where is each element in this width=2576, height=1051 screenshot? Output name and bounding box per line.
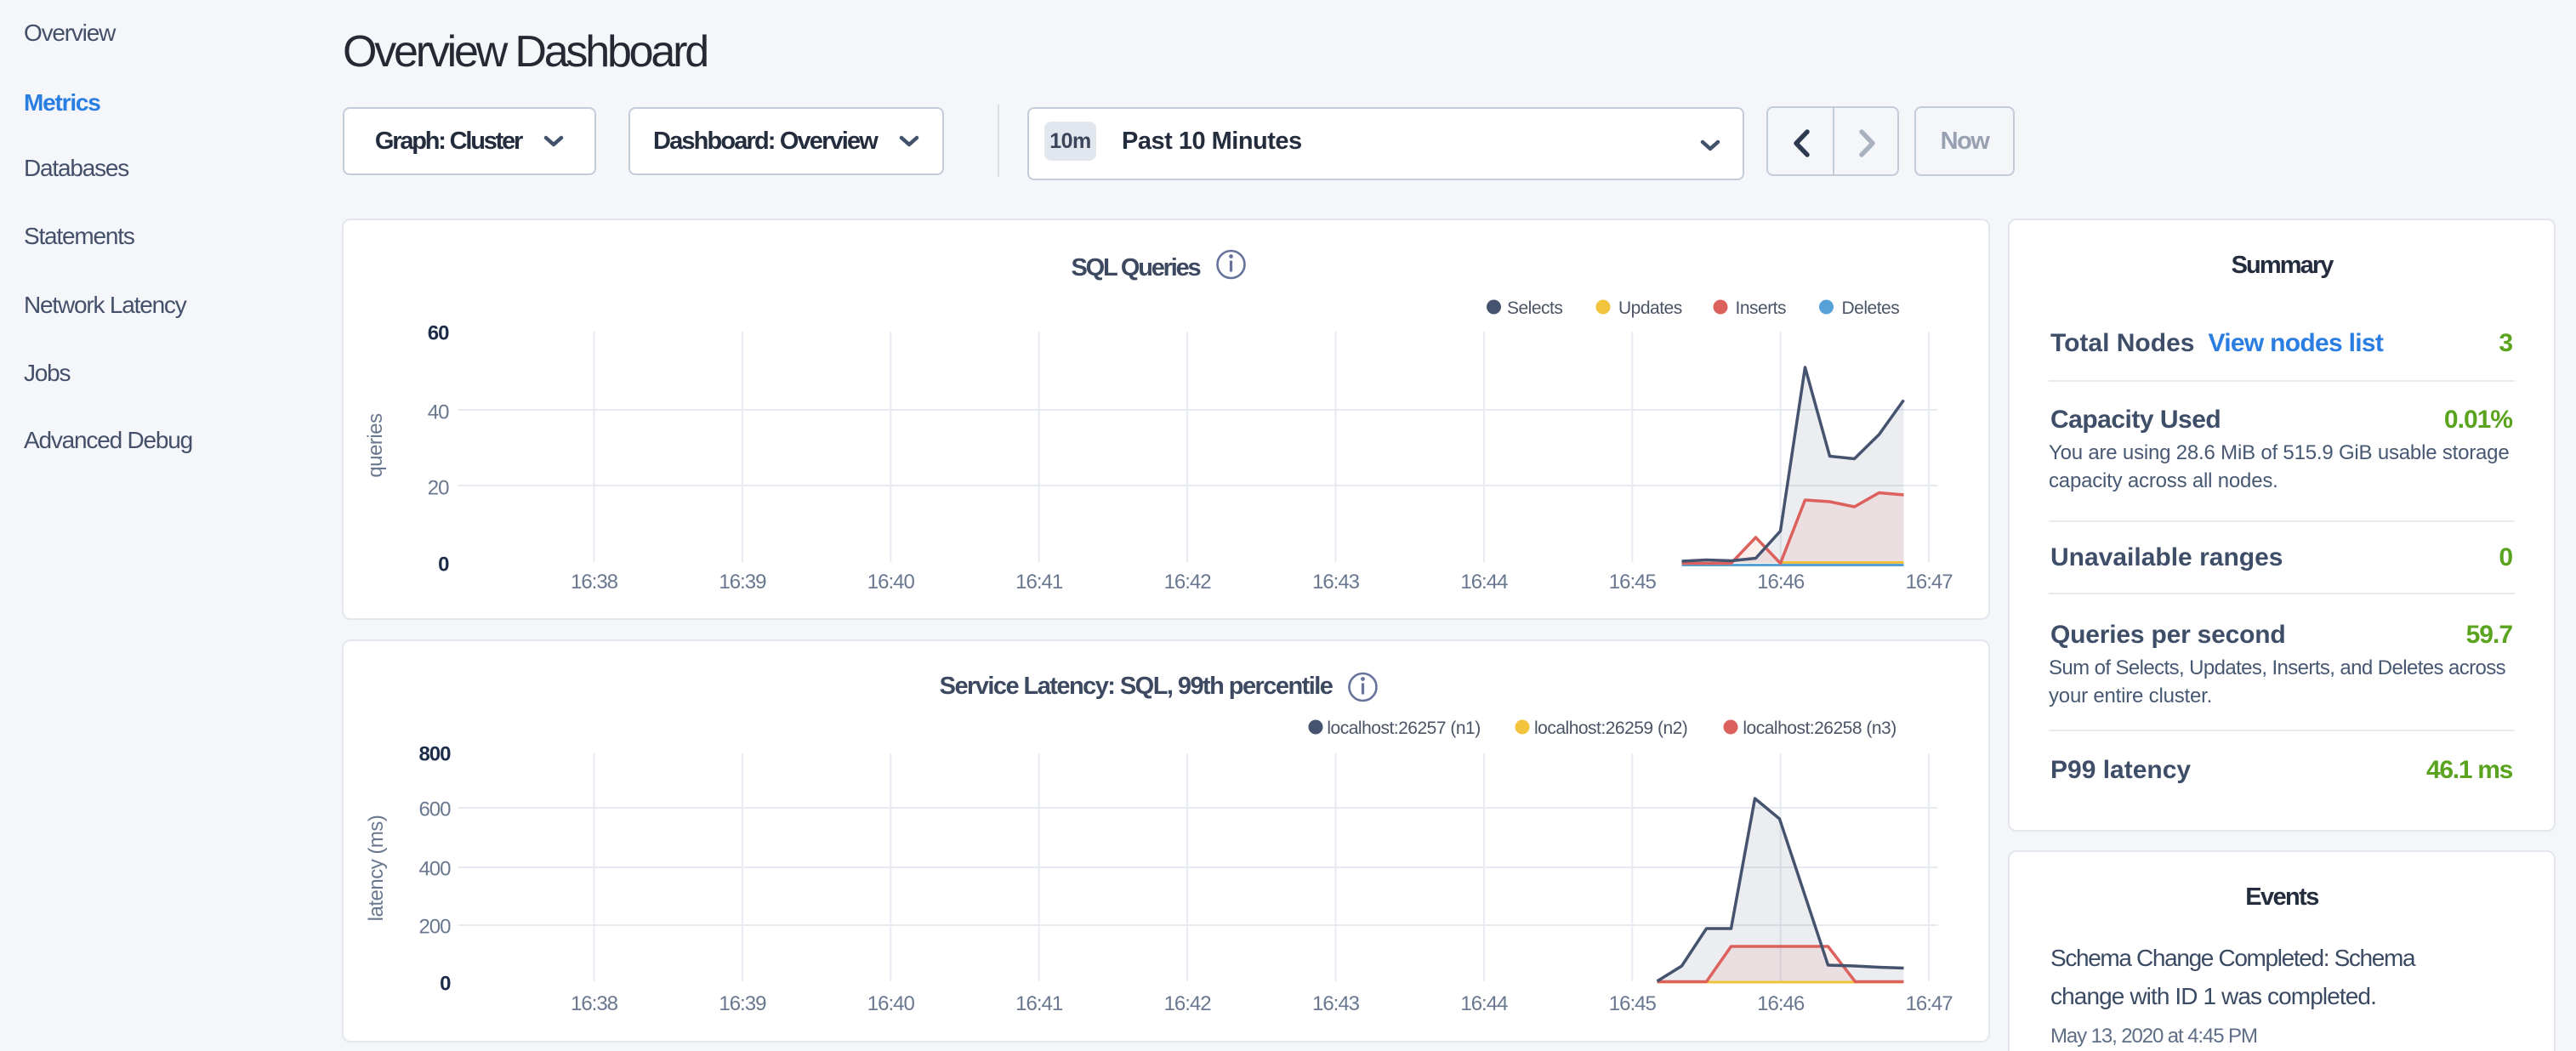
svg-text:Deletes: Deletes	[1842, 298, 1900, 318]
svg-text:40: 40	[428, 401, 449, 424]
svg-text:16:38: 16:38	[571, 992, 618, 1015]
svg-text:Selects: Selects	[1507, 298, 1562, 318]
svg-text:Service Latency: SQL, 99th per: Service Latency: SQL, 99th percentile	[940, 673, 1333, 700]
svg-text:16:47: 16:47	[1906, 571, 1953, 594]
svg-text:16:42: 16:42	[1164, 992, 1212, 1015]
svg-text:0: 0	[438, 554, 449, 577]
svg-text:latency (ms): latency (ms)	[365, 815, 388, 922]
svg-text:16:46: 16:46	[1757, 571, 1805, 594]
svg-text:16:39: 16:39	[719, 571, 766, 594]
svg-text:localhost:26258 (n3): localhost:26258 (n3)	[1743, 719, 1896, 738]
svg-text:16:45: 16:45	[1609, 571, 1657, 594]
svg-text:Inserts: Inserts	[1736, 298, 1787, 318]
svg-text:800: 800	[418, 743, 451, 766]
svg-text:200: 200	[418, 916, 451, 939]
svg-text:16:44: 16:44	[1460, 992, 1508, 1015]
svg-text:16:46: 16:46	[1757, 992, 1805, 1015]
svg-text:16:38: 16:38	[571, 571, 618, 594]
svg-text:16:47: 16:47	[1906, 992, 1953, 1015]
svg-text:queries: queries	[364, 413, 387, 478]
svg-text:600: 600	[418, 798, 451, 821]
svg-text:60: 60	[428, 322, 449, 345]
svg-text:16:39: 16:39	[719, 992, 766, 1015]
svg-text:localhost:26257 (n1): localhost:26257 (n1)	[1327, 719, 1480, 738]
svg-text:SQL Queries: SQL Queries	[1072, 254, 1201, 281]
svg-text:400: 400	[418, 858, 451, 881]
svg-text:16:41: 16:41	[1015, 571, 1063, 594]
svg-text:16:43: 16:43	[1312, 571, 1360, 594]
svg-text:16:40: 16:40	[867, 992, 915, 1015]
svg-text:20: 20	[428, 477, 449, 500]
svg-text:localhost:26259 (n2): localhost:26259 (n2)	[1534, 719, 1687, 738]
svg-text:Updates: Updates	[1618, 298, 1682, 318]
svg-text:16:40: 16:40	[867, 571, 915, 594]
svg-text:16:45: 16:45	[1609, 992, 1657, 1015]
svg-text:16:44: 16:44	[1460, 571, 1508, 594]
svg-text:0: 0	[440, 973, 451, 996]
svg-text:16:42: 16:42	[1164, 571, 1212, 594]
svg-text:16:41: 16:41	[1015, 992, 1063, 1015]
svg-text:16:43: 16:43	[1312, 992, 1360, 1015]
